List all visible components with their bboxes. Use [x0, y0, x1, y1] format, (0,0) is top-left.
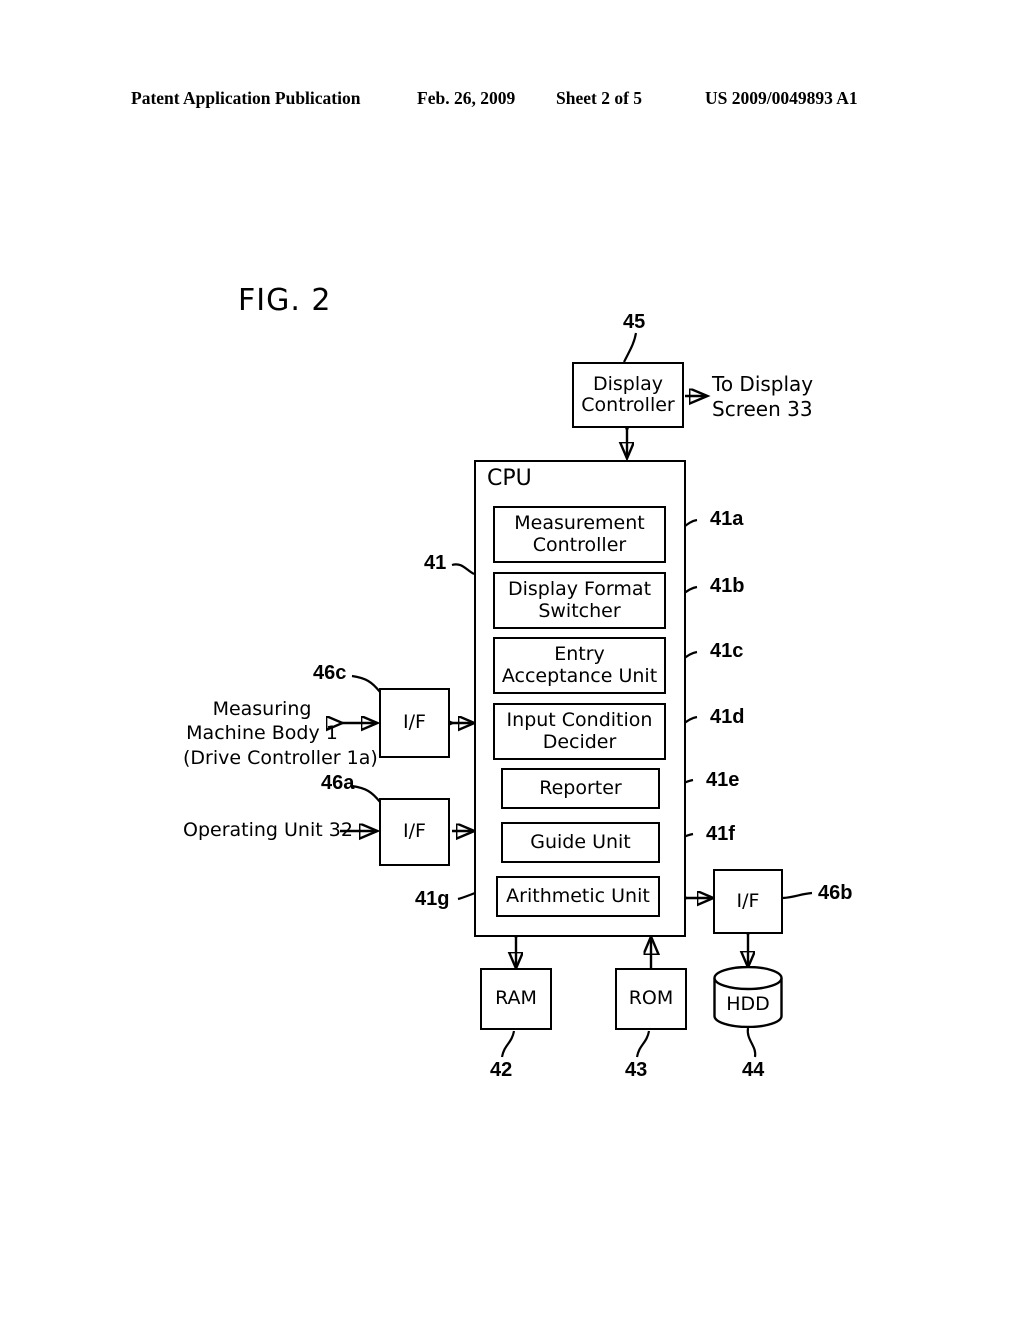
- ref-41: 41: [424, 552, 447, 574]
- operating-unit-text: Operating Unit 32: [183, 819, 353, 841]
- ref-46c: 46c: [313, 662, 347, 684]
- ref-46a: 46a: [321, 772, 355, 794]
- unit-line1: Entry: [554, 643, 605, 666]
- ref-41g: 41g: [415, 888, 450, 910]
- ref-41c: 41c: [710, 640, 744, 662]
- unit-measurement-controller[interactable]: Measurement Controller: [493, 506, 666, 563]
- unit-line2: Decider: [542, 730, 617, 753]
- unit-guide-unit[interactable]: Guide Unit: [501, 822, 660, 863]
- unit-display-format-switcher[interactable]: Display Format Switcher: [493, 572, 666, 629]
- unit-reporter[interactable]: Reporter: [501, 768, 660, 809]
- ref-44: 44: [742, 1059, 765, 1081]
- display-controller-line1: Display: [592, 372, 664, 395]
- sheet-number: Sheet 2 of 5: [556, 88, 643, 108]
- unit-line1: Reporter: [539, 776, 622, 799]
- unit-line1: Display Format: [507, 578, 652, 601]
- unit-line2: Switcher: [538, 599, 621, 622]
- ram-box[interactable]: RAM: [480, 968, 552, 1030]
- if-label: I/F: [403, 820, 426, 843]
- ref-41b: 41b: [710, 575, 745, 597]
- publication-date: Feb. 26, 2009: [417, 88, 516, 108]
- ref-41d: 41d: [710, 706, 745, 728]
- rom-box[interactable]: ROM: [615, 968, 687, 1030]
- ram-label: RAM: [495, 987, 537, 1010]
- cpu-title: CPU: [487, 466, 532, 491]
- unit-line1: Input Condition: [506, 709, 653, 732]
- display-controller-box[interactable]: Display Controller: [572, 362, 684, 428]
- to-display-screen-line1: To Display: [712, 372, 814, 396]
- unit-line1: Arithmetic Unit: [506, 884, 650, 907]
- unit-line2: Acceptance Unit: [501, 664, 658, 687]
- ref-46b: 46b: [818, 882, 853, 904]
- unit-input-condition-decider[interactable]: Input Condition Decider: [493, 703, 666, 760]
- ref-41a: 41a: [710, 508, 744, 530]
- rom-label: ROM: [628, 987, 674, 1010]
- figure-label: FIG. 2: [238, 283, 332, 318]
- unit-entry-acceptance-unit[interactable]: Entry Acceptance Unit: [493, 637, 666, 694]
- hdd-cylinder[interactable]: HDD: [713, 965, 783, 1029]
- ref-45: 45: [623, 311, 646, 333]
- measuring-machine-line2: Machine Body 1: [186, 722, 338, 745]
- ref-41f: 41f: [706, 823, 735, 845]
- measuring-machine-line3: (Drive Controller 1a): [183, 746, 378, 769]
- measuring-machine-body-text: Measuring Machine Body 1 (Drive Controll…: [183, 697, 378, 770]
- to-display-screen-text: To Display Screen 33: [712, 372, 813, 422]
- ref-42: 42: [490, 1059, 513, 1081]
- display-controller-line2: Controller: [581, 394, 675, 416]
- unit-line1: Measurement: [514, 512, 645, 535]
- ref-41e: 41e: [706, 769, 740, 791]
- unit-arithmetic-unit[interactable]: Arithmetic Unit: [496, 876, 660, 917]
- unit-line1: Guide Unit: [530, 830, 631, 853]
- publication-number: US 2009/0049893 A1: [705, 88, 858, 108]
- if-measuring-machine-box[interactable]: I/F: [379, 688, 450, 758]
- publication-header-title: Patent Application Publication: [131, 88, 361, 108]
- if-hdd-box[interactable]: I/F: [713, 869, 783, 934]
- if-label: I/F: [403, 711, 426, 734]
- ref-43: 43: [625, 1059, 648, 1081]
- to-display-screen-line2: Screen 33: [712, 397, 813, 421]
- hdd-label: HDD: [726, 993, 770, 1015]
- if-label: I/F: [736, 889, 760, 912]
- if-operating-unit-box[interactable]: I/F: [379, 798, 450, 866]
- unit-line2: Controller: [532, 533, 627, 556]
- measuring-machine-line1: Measuring: [212, 698, 312, 720]
